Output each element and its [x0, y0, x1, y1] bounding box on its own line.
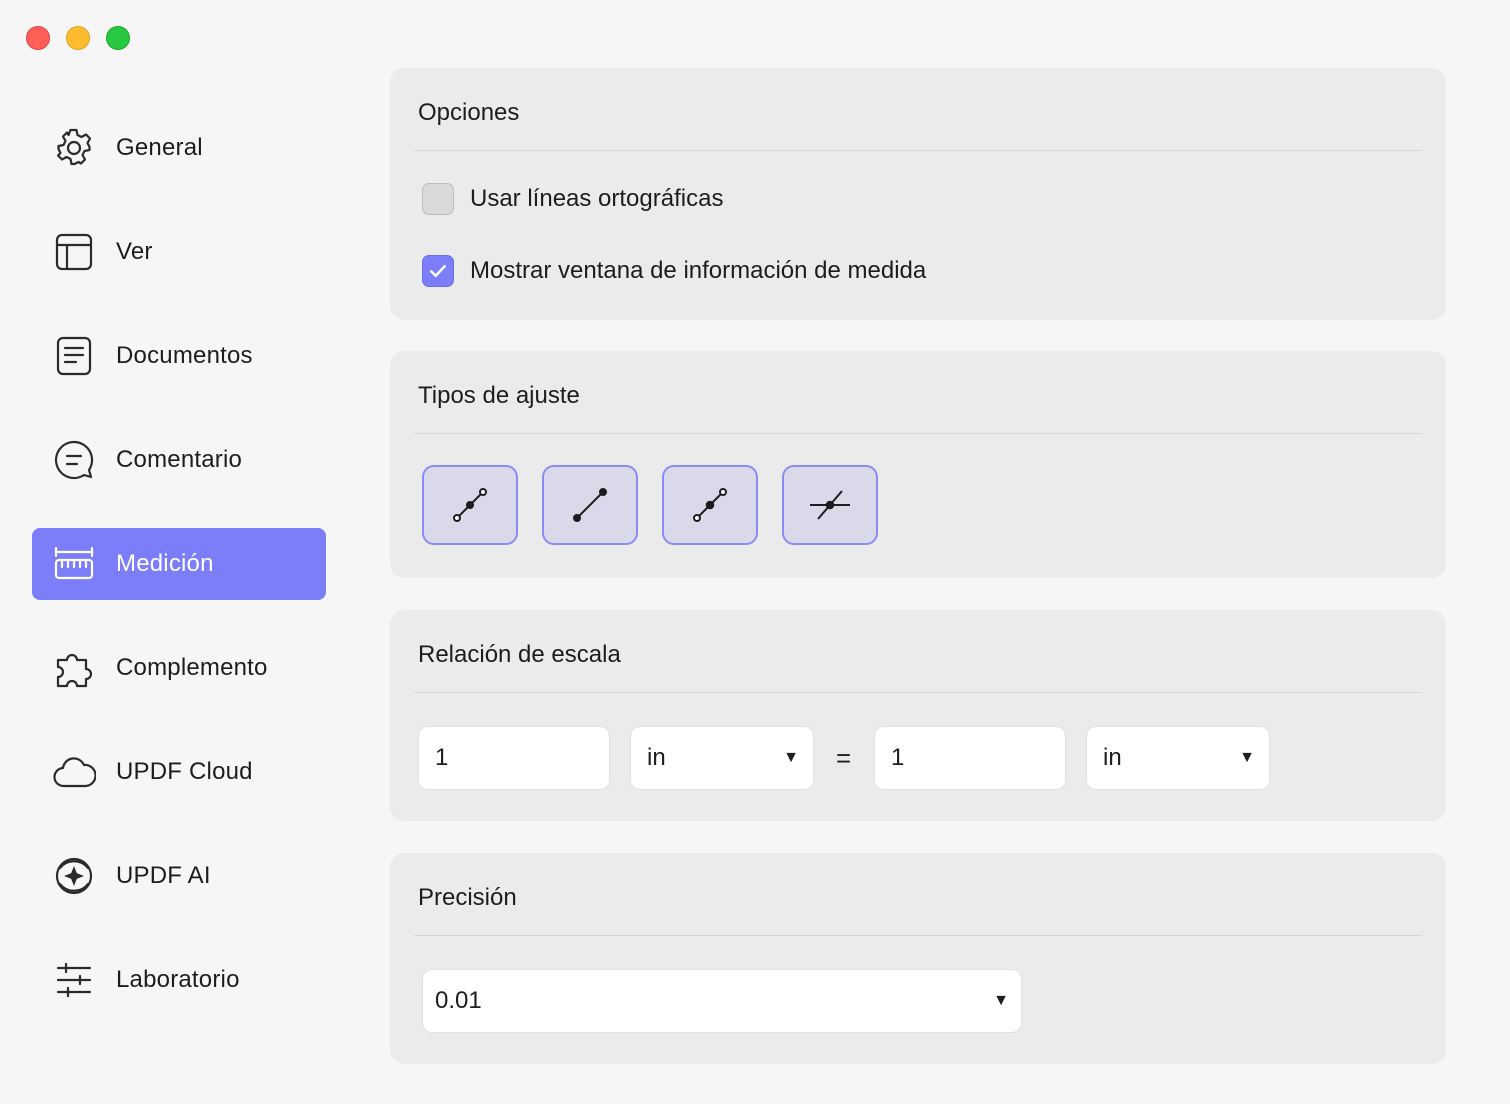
divider [414, 935, 1422, 936]
puzzle-icon [32, 646, 116, 690]
gear-icon [32, 126, 116, 170]
sidebar-item-label: Ver [116, 238, 153, 265]
show-measure-info-label: Mostrar ventana de información de medida [470, 257, 927, 284]
show-measure-info-checkbox[interactable] [422, 255, 454, 287]
checkmark-icon [430, 264, 446, 278]
snap-to-midpoints-button[interactable] [662, 465, 758, 545]
orthographic-lines-option[interactable]: Usar líneas ortográficas [422, 183, 723, 215]
cloud-icon [32, 750, 116, 794]
scale-left-value: 1 [435, 744, 449, 771]
sidebar-item-ver[interactable]: Ver [32, 216, 326, 288]
sidebar-item-general[interactable]: General [32, 112, 326, 184]
sidebar-item-label: Complemento [116, 654, 268, 681]
sidebar-item-label: Comentario [116, 446, 243, 473]
sidebar-item-updf-ai[interactable]: UPDF AI [32, 840, 326, 912]
options-title: Opciones [418, 99, 520, 126]
divider [414, 692, 1422, 693]
scale-ratio-panel: Relación de escala 1 in ▼ = 1 in ▼ [390, 610, 1446, 821]
close-window-button[interactable] [26, 26, 50, 50]
sidebar-item-label: Documentos [116, 342, 253, 369]
divider [414, 150, 1422, 151]
scale-left-unit: in [647, 744, 666, 771]
sidebar-item-laboratorio[interactable]: Laboratorio [32, 944, 326, 1016]
sliders-icon [32, 958, 116, 1002]
ruler-icon [32, 542, 116, 586]
document-icon [32, 334, 116, 378]
precision-value: 0.01 [435, 987, 482, 1014]
snap-types-panel: Tipos de ajuste [390, 351, 1446, 578]
scale-ratio-title: Relación de escala [418, 641, 621, 668]
zoom-window-button[interactable] [106, 26, 130, 50]
scale-left-value-input[interactable]: 1 [418, 726, 610, 790]
snap-to-endpoints-button[interactable] [542, 465, 638, 545]
snap-to-intersections-icon [810, 490, 850, 520]
snap-to-intersections-button[interactable] [782, 465, 878, 545]
divider [414, 433, 1422, 434]
sidebar-item-medicion[interactable]: Medición [32, 528, 326, 600]
sidebar-item-comentario[interactable]: Comentario [32, 424, 326, 496]
orthographic-lines-checkbox[interactable] [422, 183, 454, 215]
orthographic-lines-label: Usar líneas ortográficas [470, 185, 724, 212]
comment-icon [32, 438, 116, 482]
sidebar-item-label: UPDF AI [116, 862, 211, 889]
snap-to-paths-icon [453, 488, 487, 522]
options-panel: Opciones Usar líneas ortográficas Mostra… [390, 68, 1446, 320]
chevron-down-icon: ▼ [993, 992, 1009, 1009]
window-controls [26, 26, 130, 50]
snap-types-title: Tipos de ajuste [418, 382, 580, 409]
sidebar-item-documentos[interactable]: Documentos [32, 320, 326, 392]
precision-title: Precisión [418, 884, 517, 911]
preferences-window: General Ver Documentos Comentario Medici… [0, 0, 1510, 1104]
sidebar-item-label: General [116, 134, 203, 161]
chevron-down-icon: ▼ [783, 749, 799, 766]
ai-icon [32, 854, 116, 898]
precision-select[interactable]: 0.01 ▼ [422, 969, 1022, 1033]
equals-sign: = [836, 743, 852, 773]
sidebar-item-updf-cloud[interactable]: UPDF Cloud [32, 736, 326, 808]
sidebar: General Ver Documentos Comentario Medici… [0, 80, 356, 1104]
scale-right-value-input[interactable]: 1 [874, 726, 1066, 790]
snap-to-endpoints-icon [573, 488, 607, 522]
scale-left-unit-select[interactable]: in ▼ [630, 726, 814, 790]
chevron-down-icon: ▼ [1239, 749, 1255, 766]
scale-right-value: 1 [891, 744, 905, 771]
snap-to-paths-button[interactable] [422, 465, 518, 545]
layout-icon [32, 230, 116, 274]
sidebar-item-complemento[interactable]: Complemento [32, 632, 326, 704]
show-measure-info-option[interactable]: Mostrar ventana de información de medida [422, 255, 926, 287]
sidebar-item-label: Laboratorio [116, 966, 240, 993]
snap-to-midpoints-icon [693, 488, 727, 522]
minimize-window-button[interactable] [66, 26, 90, 50]
scale-right-unit-select[interactable]: in ▼ [1086, 726, 1270, 790]
precision-panel: Precisión 0.01 ▼ [390, 853, 1446, 1064]
sidebar-item-label: UPDF Cloud [116, 758, 253, 785]
scale-right-unit: in [1103, 744, 1122, 771]
sidebar-item-label: Medición [116, 550, 214, 577]
